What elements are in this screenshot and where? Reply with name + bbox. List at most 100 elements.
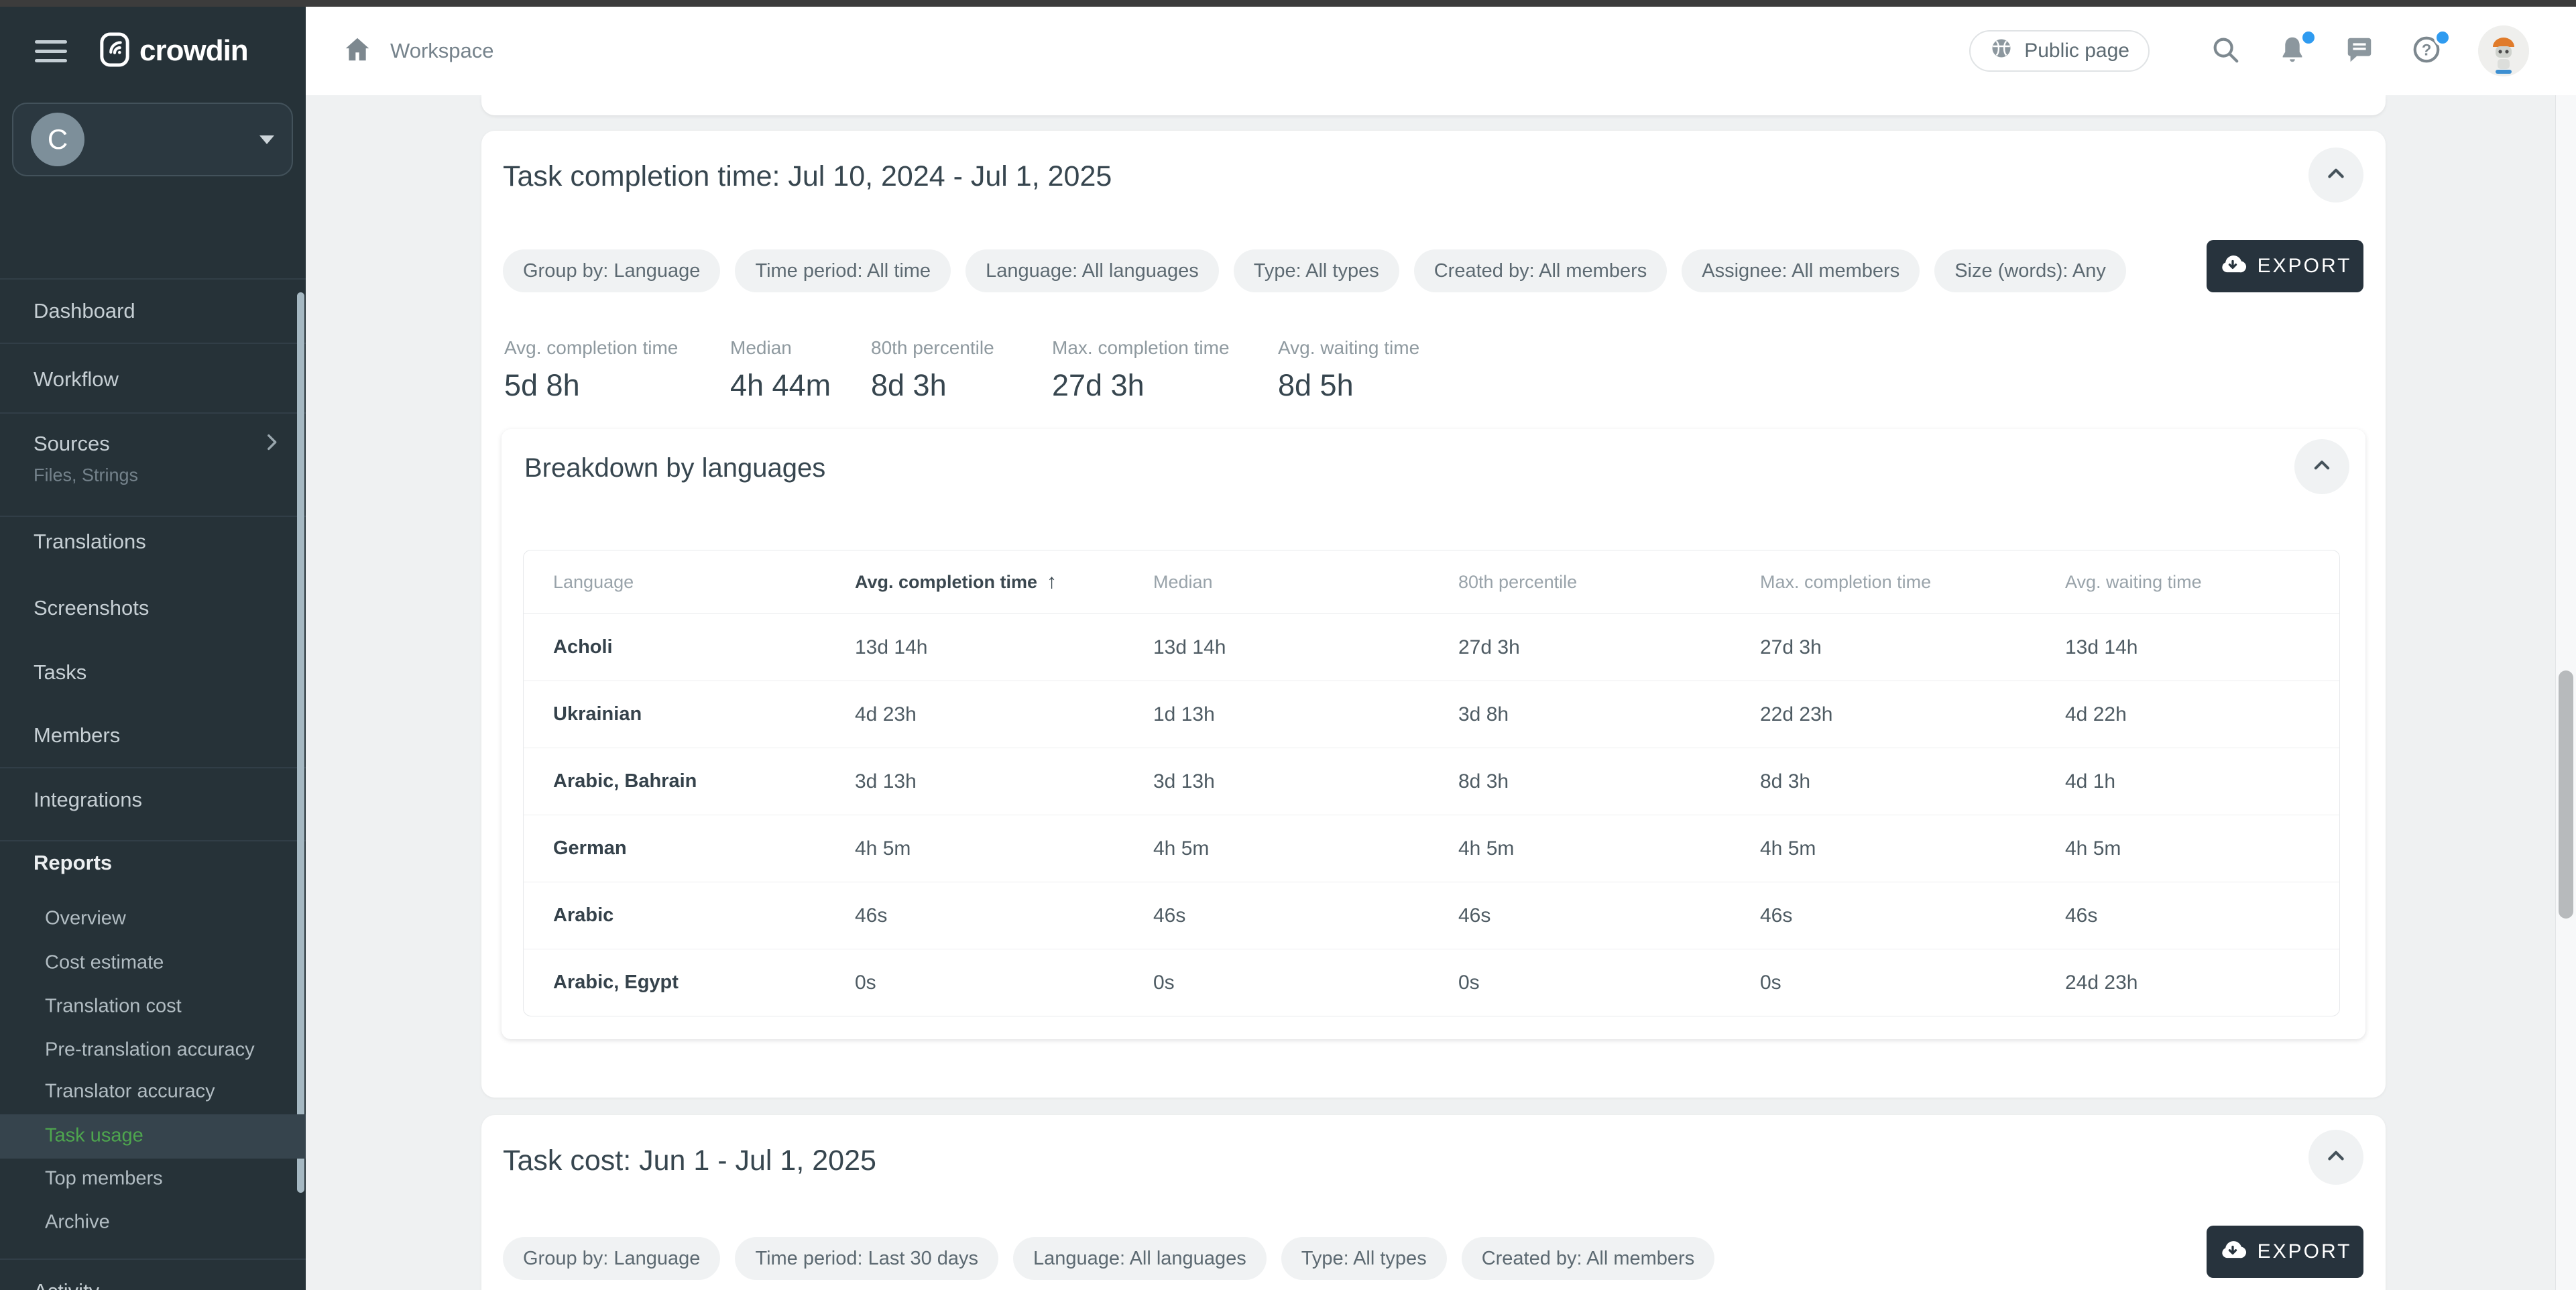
collapse-section-button[interactable] (2308, 1130, 2363, 1185)
user-avatar[interactable] (2478, 25, 2529, 76)
filter-time-period[interactable]: Time period: Last 30 days (735, 1237, 998, 1280)
task-completion-section: Task completion time: Jul 10, 2024 - Jul… (481, 131, 2386, 1098)
sidebar-item-sources[interactable]: Sources (34, 432, 110, 456)
table-row: Arabic, Egypt 0s 0s 0s 0s 24d 23h (523, 949, 2340, 1016)
sidebar-item-activity[interactable]: Activity (34, 1279, 99, 1290)
sidebar-item-dashboard[interactable]: Dashboard (34, 299, 135, 323)
table-row: Acholi 13d 14h 13d 14h 27d 3h 27d 3h 13d… (523, 614, 2340, 681)
table-row: German 4h 5m 4h 5m 4h 5m 4h 5m 4h 5m (523, 815, 2340, 882)
column-header-avg-completion-time[interactable]: Avg. completion time↑ (825, 550, 1124, 614)
sidebar-scrollbar[interactable] (297, 292, 304, 1193)
page-scrollbar-thumb[interactable] (2559, 670, 2573, 919)
chevron-up-icon (2308, 452, 2335, 482)
breadcrumb[interactable]: Workspace (342, 34, 494, 68)
divider (0, 516, 306, 517)
sort-ascending-icon: ↑ (1047, 571, 1057, 593)
search-button[interactable] (2210, 34, 2241, 68)
notifications-button[interactable] (2277, 34, 2308, 68)
filter-language[interactable]: Language: All languages (1013, 1237, 1267, 1280)
filter-created-by[interactable]: Created by: All members (1462, 1237, 1715, 1280)
section-title: Task cost: Jun 1 - Jul 1, 2025 (503, 1145, 876, 1177)
main-content: Task completion time: Jul 10, 2024 - Jul… (306, 95, 2576, 1290)
column-header-median[interactable]: Median (1124, 550, 1429, 614)
sidebar-item-tasks[interactable]: Tasks (34, 660, 86, 685)
breadcrumb-label: Workspace (390, 39, 494, 63)
sidebar-item-translations[interactable]: Translations (34, 530, 146, 554)
sidebar-item-top-members[interactable]: Top members (45, 1168, 163, 1190)
column-header-avg-waiting-time[interactable]: Avg. waiting time (2036, 550, 2340, 614)
export-label: EXPORT (2258, 1240, 2352, 1263)
sidebar-item-cost-estimate[interactable]: Cost estimate (45, 952, 164, 974)
sidebar-item-sources-subtitle: Files, Strings (34, 465, 138, 486)
stat-80th-percentile: 80th percentile 8d 3h (871, 337, 1052, 403)
filter-language[interactable]: Language: All languages (965, 249, 1219, 292)
sidebar-item-archive[interactable]: Archive (45, 1212, 110, 1234)
chat-icon (2344, 34, 2375, 68)
sidebar-item-overview[interactable]: Overview (45, 908, 126, 930)
column-header-80th-percentile[interactable]: 80th percentile (1429, 550, 1731, 614)
sidebar-item-integrations[interactable]: Integrations (34, 788, 142, 812)
breakdown-title: Breakdown by languages (524, 453, 825, 483)
section-title: Task completion time: Jul 10, 2024 - Jul… (503, 160, 1112, 193)
sidebar-header: crowdin (0, 7, 306, 95)
breakdown-table: Language Avg. completion time↑ Median 80… (523, 550, 2340, 1016)
notification-badge (2300, 29, 2317, 46)
collapse-section-button[interactable] (2308, 148, 2363, 202)
help-badge (2434, 29, 2451, 46)
sidebar-item-workflow[interactable]: Workflow (34, 367, 119, 392)
filter-type[interactable]: Type: All types (1234, 249, 1399, 292)
export-button[interactable]: EXPORT (2207, 1226, 2363, 1278)
workspace-avatar: C (31, 113, 84, 166)
column-header-language[interactable]: Language (523, 550, 825, 614)
filter-type[interactable]: Type: All types (1281, 1237, 1447, 1280)
stat-max-completion-time: Max. completion time 27d 3h (1052, 337, 1278, 403)
brand-name: crowdin (139, 34, 248, 68)
sidebar-item-members[interactable]: Members (34, 723, 120, 748)
globe-icon (1989, 36, 2013, 66)
export-button[interactable]: EXPORT (2207, 240, 2363, 292)
help-button[interactable]: ? (2411, 34, 2442, 68)
column-header-max-completion-time[interactable]: Max. completion time (1731, 550, 2036, 614)
filter-group-by[interactable]: Group by: Language (503, 1237, 720, 1280)
summary-stats: Avg. completion time 5d 8h Median 4h 44m… (504, 337, 1419, 403)
divider (0, 840, 306, 841)
divider (0, 767, 306, 768)
chevron-up-icon (2322, 160, 2350, 191)
topbar: Workspace Public page (306, 7, 2576, 95)
window-top-strip (0, 0, 2576, 7)
messages-button[interactable] (2344, 34, 2375, 68)
crowdin-logo[interactable]: crowdin (99, 32, 248, 71)
sidebar-item-reports[interactable]: Reports (34, 851, 112, 875)
previous-section-edge (481, 95, 2386, 115)
sidebar-item-pre-translation-accuracy[interactable]: Pre-translation accuracy (45, 1039, 255, 1061)
filter-assignee[interactable]: Assignee: All members (1682, 249, 1920, 292)
filter-size[interactable]: Size (words): Any (1934, 249, 2126, 292)
collapse-breakdown-button[interactable] (2294, 439, 2349, 494)
sidebar: crowdin C Dashboard Workflow Sources Fil… (0, 7, 306, 1290)
divider (0, 1258, 306, 1260)
crowdin-logo-icon (99, 32, 130, 71)
search-icon (2210, 34, 2241, 68)
filter-group-by[interactable]: Group by: Language (503, 249, 720, 292)
public-page-label: Public page (2024, 40, 2129, 62)
table-row: Arabic 46s 46s 46s 46s 46s (523, 882, 2340, 949)
filter-time-period[interactable]: Time period: All time (735, 249, 951, 292)
filter-chips: Group by: Language Time period: All time… (503, 249, 2126, 292)
public-page-button[interactable]: Public page (1969, 30, 2150, 72)
cloud-download-icon (2219, 249, 2247, 283)
cloud-download-icon (2219, 1235, 2247, 1269)
workspace-selector[interactable]: C (12, 103, 293, 176)
filter-created-by[interactable]: Created by: All members (1414, 249, 1667, 292)
menu-icon[interactable] (35, 40, 68, 62)
language-cell: Arabic (523, 882, 825, 949)
sidebar-item-translator-accuracy[interactable]: Translator accuracy (45, 1081, 215, 1103)
language-cell: Ukrainian (523, 681, 825, 748)
sidebar-item-translation-cost[interactable]: Translation cost (45, 996, 182, 1018)
caret-down-icon (259, 135, 274, 144)
language-cell: Acholi (523, 614, 825, 681)
divider (0, 412, 306, 414)
divider (0, 343, 306, 344)
language-cell: Arabic, Egypt (523, 949, 825, 1016)
sidebar-item-screenshots[interactable]: Screenshots (34, 596, 149, 620)
sidebar-item-task-usage[interactable]: Task usage (45, 1125, 143, 1147)
